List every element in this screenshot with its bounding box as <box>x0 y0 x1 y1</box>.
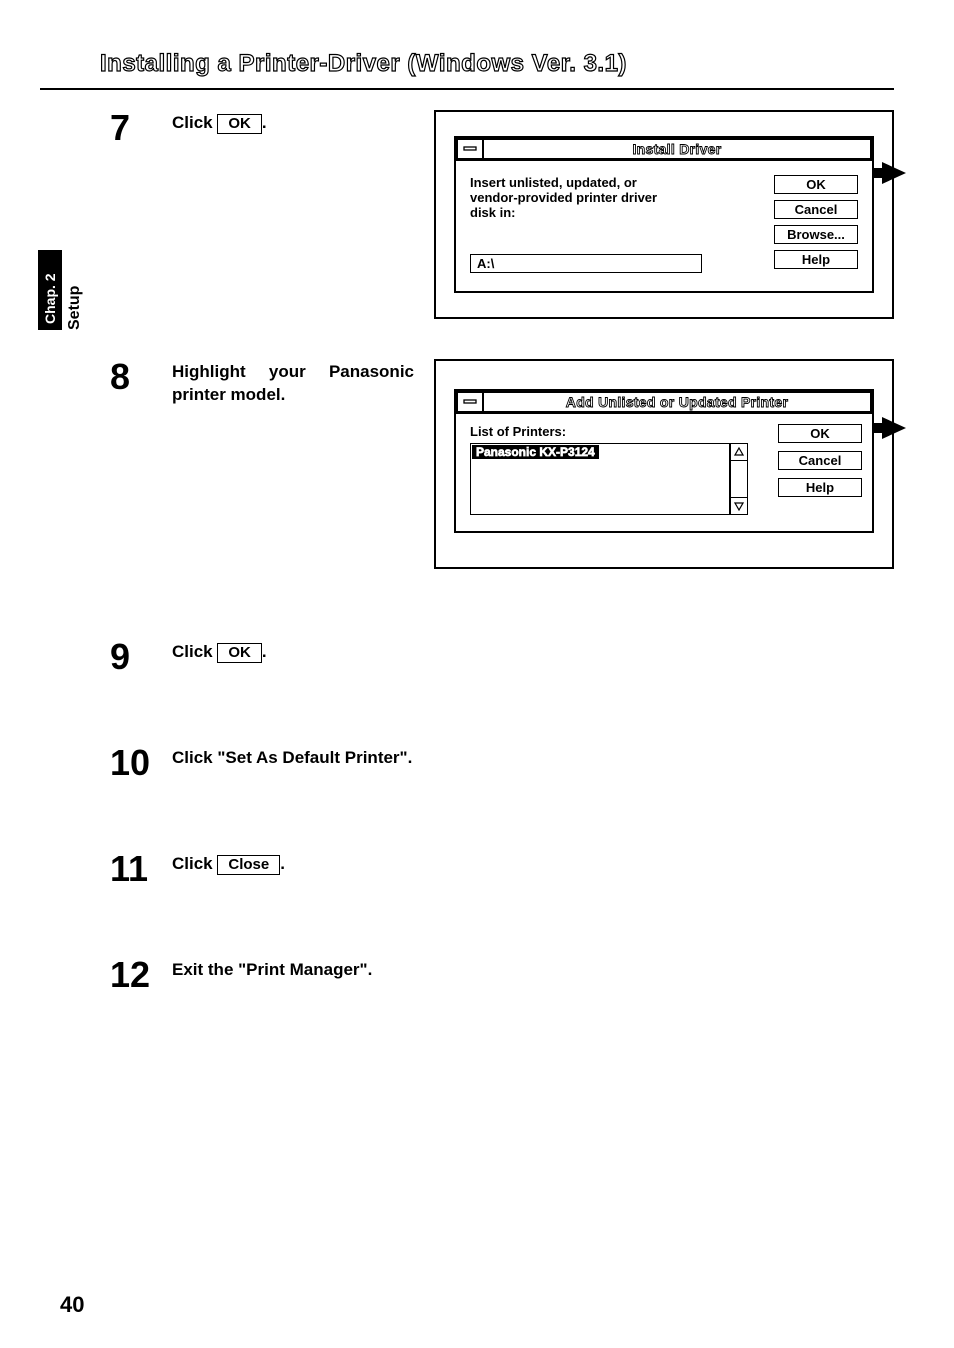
step7-pre: Click <box>172 113 217 132</box>
ok-label-inline: OK <box>217 643 262 663</box>
close-label-inline: Close <box>217 855 280 875</box>
step9-pre: Click <box>172 642 217 661</box>
step11-pre: Click <box>172 854 217 873</box>
dialog-title-add-unlisted: Add Unlisted or Updated Printer <box>484 391 872 413</box>
step-text-7: Click OK. <box>172 110 414 135</box>
page-number: 40 <box>60 1292 84 1318</box>
add-unlisted-dialog: Add Unlisted or Updated Printer List of … <box>454 389 874 533</box>
help-button[interactable]: Help <box>778 478 862 497</box>
step-text-9: Click OK. <box>172 639 437 664</box>
cancel-button[interactable]: Cancel <box>778 451 862 470</box>
step-number-9: 9 <box>110 639 154 675</box>
ok-button[interactable]: OK <box>774 175 858 194</box>
printers-listbox[interactable]: Panasonic KX-P3124 <box>470 443 730 515</box>
install-driver-dialog: Install Driver Insert unlisted, updated,… <box>454 136 874 293</box>
step-number-11: 11 <box>110 851 154 887</box>
path-input[interactable]: A:\ <box>470 254 702 273</box>
list-of-printers-label: List of Printers: <box>470 424 748 439</box>
section-label: Setup <box>66 270 84 330</box>
step-number-8: 8 <box>110 359 154 395</box>
pointer-arrow-icon <box>872 162 906 184</box>
step-text-8: Highlight your Panasonic printer model. <box>172 359 414 407</box>
screenshot-add-unlisted: Add Unlisted or Updated Printer List of … <box>434 359 894 569</box>
ok-button[interactable]: OK <box>778 424 862 443</box>
scroll-track[interactable] <box>730 461 748 497</box>
screenshot-install-driver: Install Driver Insert unlisted, updated,… <box>434 110 894 319</box>
step-text-11: Click Close. <box>172 851 437 876</box>
step7-post: . <box>262 113 267 132</box>
step-number-7: 7 <box>110 110 154 146</box>
help-button[interactable]: Help <box>774 250 858 269</box>
cancel-button[interactable]: Cancel <box>774 200 858 219</box>
pointer-arrow-icon <box>872 417 906 439</box>
step11-post: . <box>280 854 285 873</box>
side-tab: Chap. 2 Setup <box>38 250 84 335</box>
scroll-up-icon[interactable] <box>730 443 748 461</box>
dialog-title-install-driver: Install Driver <box>484 138 872 160</box>
ok-label-inline: OK <box>217 114 262 134</box>
step-text-12: Exit the "Print Manager". <box>172 957 437 982</box>
browse-button[interactable]: Browse... <box>774 225 858 244</box>
system-menu-icon[interactable] <box>456 138 484 160</box>
scroll-down-icon[interactable] <box>730 497 748 515</box>
system-menu-icon[interactable] <box>456 391 484 413</box>
chapter-tab: Chap. 2 <box>38 250 62 330</box>
dialog1-message: Insert unlisted, updated, or vendor-prov… <box>470 175 670 220</box>
selected-printer-item[interactable]: Panasonic KX-P3124 <box>472 445 599 459</box>
title-rule <box>40 88 894 90</box>
step-text-10: Click "Set As Default Printer". <box>172 745 437 770</box>
listbox-scrollbar[interactable] <box>730 443 748 515</box>
step-number-12: 12 <box>110 957 154 993</box>
step9-post: . <box>262 642 267 661</box>
step-number-10: 10 <box>110 745 154 781</box>
page-title: Installing a Printer-Driver (Windows Ver… <box>100 50 627 78</box>
